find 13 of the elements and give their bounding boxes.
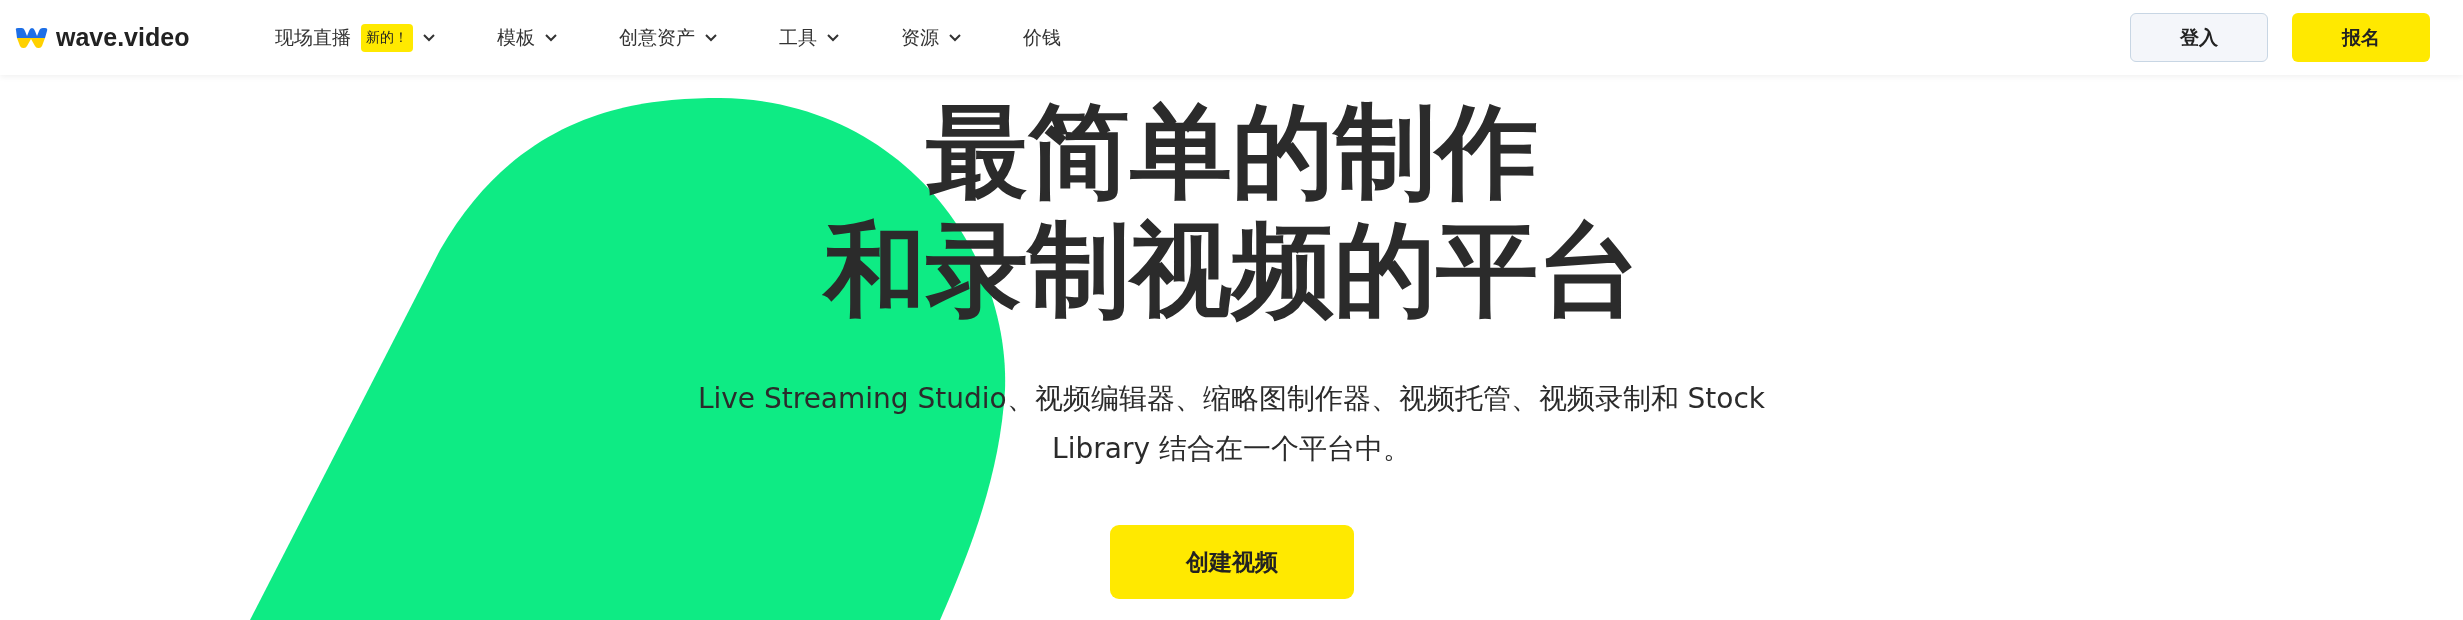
- nav-menu-item[interactable]: 工具: [779, 24, 840, 51]
- nav-menu-item[interactable]: 现场直播 新的！: [275, 23, 436, 52]
- logo-text[interactable]: wave.video: [56, 23, 190, 52]
- logo-icon: [14, 26, 48, 49]
- new-badge: 新的！: [361, 23, 414, 52]
- hero-subtitle: Live Streaming Studio、视频编辑器、缩略图制作器、视频托管、视频录制和 Stock Library 结合在一个平台中。: [696, 381, 1767, 467]
- nav-menu-item[interactable]: 资源: [901, 24, 962, 51]
- create-video-button[interactable]: 创建视频: [1109, 525, 1354, 599]
- login-button[interactable]: 登入: [2130, 13, 2268, 62]
- nav-menu-item[interactable]: 价钱: [1023, 24, 1062, 51]
- signup-button[interactable]: 报名: [2292, 13, 2430, 62]
- nav-menu-item[interactable]: 创意资产: [619, 24, 718, 51]
- nav-menu-item[interactable]: 模板: [497, 24, 558, 51]
